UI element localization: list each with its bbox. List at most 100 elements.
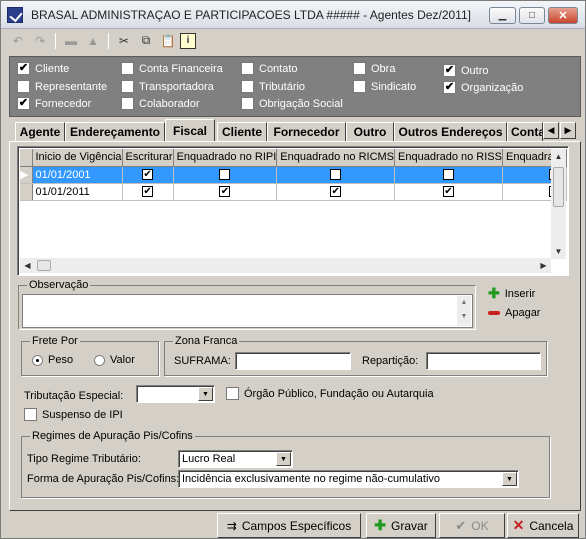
cut-icon[interactable]: ✂	[114, 32, 134, 50]
checkbox-box[interactable]: ✔	[17, 62, 30, 75]
eject-icon[interactable]: ▲	[83, 32, 103, 50]
close-button[interactable]: ✕	[548, 7, 578, 24]
column-header[interactable]: Enquadrado no RICMS	[276, 149, 396, 167]
tipo-regime-select[interactable]: Lucro Real ▼	[178, 450, 293, 468]
checkbox-box[interactable]	[353, 62, 366, 75]
fiscal-grid[interactable]: Inicio de Vigência Escriturar Enquadrado…	[17, 146, 569, 276]
undo-icon[interactable]: ↶	[8, 32, 28, 50]
tab-outro[interactable]: Outro	[346, 122, 394, 141]
radio-valor[interactable]: Valor	[94, 354, 135, 366]
textarea-scrollbar[interactable]: ▲ ▼	[457, 296, 471, 326]
suframa-input[interactable]	[235, 352, 351, 370]
cell-date[interactable]: 01/01/2001	[32, 166, 123, 184]
tab-outros-enderecos[interactable]: Outros Endereços	[394, 122, 507, 141]
checkbox-box[interactable]	[241, 62, 254, 75]
minimize-button[interactable]: ▁	[489, 7, 516, 24]
cell-checkbox[interactable]: ✔	[173, 183, 278, 201]
checkbox-transportadora[interactable]: Transportadora	[121, 80, 214, 93]
checkbox-cliente[interactable]: ✔ Cliente	[17, 62, 69, 75]
checkbox-organizacao[interactable]: ✔ Organização	[443, 81, 523, 94]
table-row[interactable]: 01/01/2011 ✔ ✔ ✔ ✔ ✔	[20, 183, 567, 201]
scroll-left-icon[interactable]: ◀	[20, 258, 35, 273]
tab-conta[interactable]: Conta	[507, 122, 543, 141]
reparticao-input[interactable]	[426, 352, 541, 370]
checkbox-obrigacao-social[interactable]: Obrigação Social	[241, 97, 343, 110]
tab-fornecedor[interactable]: Fornecedor	[267, 122, 346, 141]
title-bar[interactable]: BRASAL ADMINISTRAÇAO E PARTICIPACOES LTD…	[1, 1, 585, 29]
redo-icon[interactable]: ↷	[30, 32, 50, 50]
tab-scroll-right-icon[interactable]: ▶	[560, 122, 576, 139]
orgao-publico-checkbox[interactable]: Órgão Público, Fundação ou Autarquia	[226, 387, 434, 400]
frete-por-label: Frete Por	[30, 335, 80, 347]
suspenso-ipi-checkbox[interactable]: Suspenso de IPI	[24, 408, 123, 421]
cell-checkbox[interactable]: ✔	[394, 183, 503, 201]
chevron-down-icon[interactable]: ▼	[276, 452, 291, 466]
checkbox-tributario[interactable]: Tributário	[241, 80, 305, 93]
radio-indicator[interactable]	[32, 354, 43, 366]
scroll-right-icon[interactable]: ▶	[536, 258, 551, 273]
tab-enderecamento[interactable]: Endereçamento	[65, 122, 165, 141]
checkbox-box[interactable]	[241, 80, 254, 93]
checkbox-box[interactable]	[226, 387, 239, 400]
checkbox-box[interactable]: ✔	[443, 64, 456, 77]
cell-date[interactable]: 01/01/2011	[32, 183, 123, 201]
info-icon[interactable]: i	[180, 32, 196, 49]
checkbox-box[interactable]	[24, 408, 37, 421]
copy-icon[interactable]: ⧉	[136, 32, 156, 50]
scroll-up-icon[interactable]: ▲	[551, 149, 566, 164]
checkbox-colaborador[interactable]: Colaborador	[121, 97, 200, 110]
checkbox-contato[interactable]: Contato	[241, 62, 298, 75]
column-header[interactable]: Inicio de Vigência	[32, 149, 123, 167]
checkbox-box[interactable]	[121, 97, 134, 110]
checkbox-box[interactable]: ✔	[17, 97, 30, 110]
forma-apuracao-select[interactable]: Incidência exclusivamente no regime não-…	[178, 470, 519, 488]
tab-fiscal[interactable]: Fiscal	[165, 119, 215, 141]
campos-especificos-button[interactable]: ⇉ Campos Específicos	[217, 513, 361, 538]
checkbox-sindicato[interactable]: Sindicato	[353, 80, 416, 93]
checkbox-obra[interactable]: Obra	[353, 62, 395, 75]
inserir-button[interactable]: ✚ Inserir	[488, 285, 535, 302]
gravar-button[interactable]: ✚ Gravar	[366, 513, 436, 538]
checkbox-box[interactable]	[17, 80, 30, 93]
cell-checkbox[interactable]: ✔	[122, 166, 174, 184]
tab-agente[interactable]: Agente	[15, 122, 65, 141]
maximize-button[interactable]: □	[519, 7, 545, 24]
chevron-down-icon[interactable]: ▼	[502, 472, 517, 486]
checkbox-outro[interactable]: ✔ Outro	[443, 64, 489, 77]
reparticao-label: Repartição:	[362, 355, 419, 367]
column-header[interactable]: Escriturar	[122, 149, 174, 167]
cell-checkbox[interactable]: ✔	[122, 183, 174, 201]
observacao-textarea[interactable]: ▲ ▼	[22, 294, 473, 328]
checkbox-box[interactable]	[353, 80, 366, 93]
apagar-button[interactable]: Apagar	[488, 307, 540, 319]
checkbox-box[interactable]	[241, 97, 254, 110]
cancela-button[interactable]: ✕ Cancela	[507, 513, 579, 538]
checkbox-box[interactable]	[121, 80, 134, 93]
checkbox-conta-financeira[interactable]: Conta Financeira	[121, 62, 223, 75]
tab-cliente[interactable]: Cliente	[217, 122, 267, 141]
tributacao-especial-select[interactable]: ▼	[136, 385, 215, 403]
cell-checkbox[interactable]	[173, 166, 278, 184]
delete-icon[interactable]: ▬	[61, 32, 81, 50]
cell-checkbox[interactable]: ✔	[276, 183, 396, 201]
paste-icon[interactable]: 📋	[158, 32, 178, 50]
column-header[interactable]: Enquadrado no RIPI	[173, 149, 278, 167]
scroll-thumb[interactable]	[37, 260, 51, 271]
grid-vertical-scrollbar[interactable]: ▲ ▼	[551, 149, 566, 259]
cell-checkbox[interactable]	[276, 166, 396, 184]
column-header[interactable]: Enquadrado no RISS	[394, 149, 503, 167]
grid-horizontal-scrollbar[interactable]: ◀ ▶	[20, 258, 551, 273]
checkbox-box[interactable]	[121, 62, 134, 75]
radio-indicator[interactable]	[94, 354, 105, 366]
checkbox-representante[interactable]: Representante	[17, 80, 107, 93]
scroll-down-icon[interactable]: ▼	[551, 244, 566, 259]
cell-checkbox[interactable]	[394, 166, 503, 184]
scroll-thumb[interactable]	[553, 167, 564, 207]
checkbox-box[interactable]: ✔	[443, 81, 456, 94]
ok-button[interactable]: ✔ OK	[439, 513, 505, 538]
chevron-down-icon[interactable]: ▼	[198, 387, 213, 401]
radio-peso[interactable]: Peso	[32, 354, 73, 366]
checkbox-fornecedor[interactable]: ✔ Fornecedor	[17, 97, 91, 110]
table-row[interactable]: ▶ 01/01/2001 ✔ ✔	[20, 166, 567, 184]
tab-scroll-left-icon[interactable]: ◀	[543, 122, 559, 139]
